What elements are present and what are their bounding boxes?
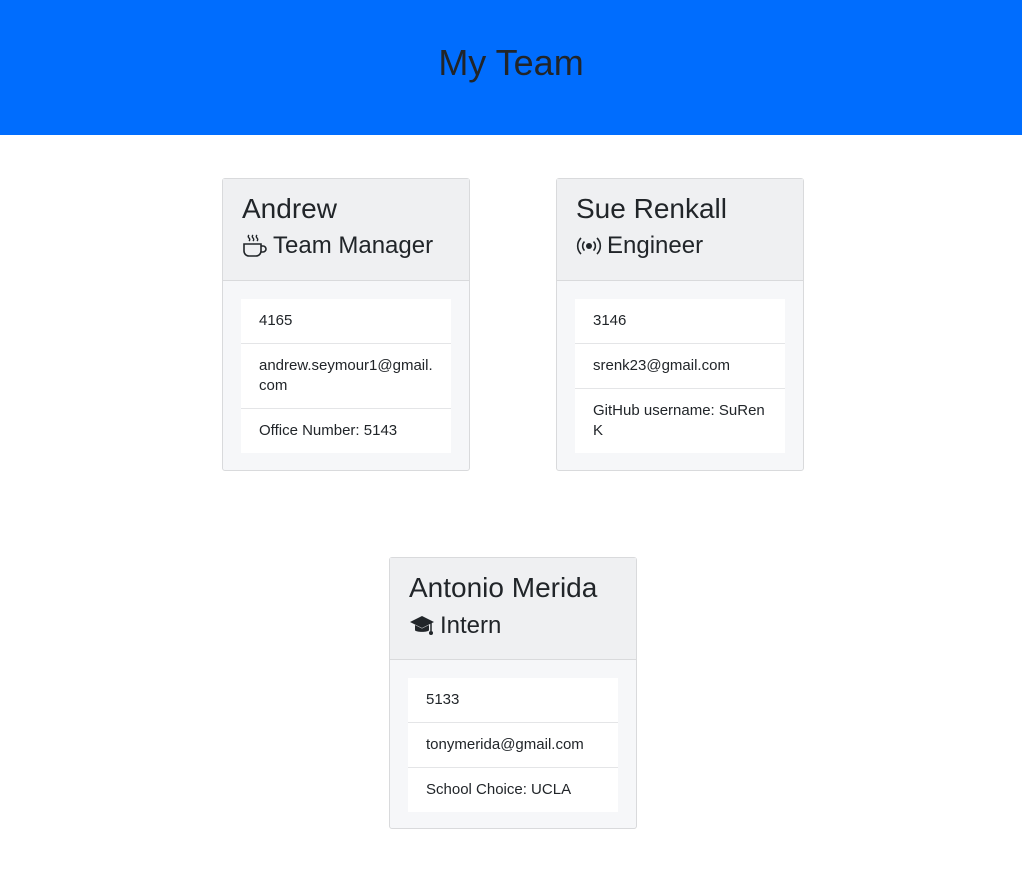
broadcast-icon (576, 233, 602, 259)
employee-email[interactable]: andrew.seymour1@gmail.com (241, 343, 451, 408)
employee-role-label: Team Manager (273, 232, 434, 259)
employee-office-number: Office Number: 5143 (241, 408, 451, 453)
graduation-cap-icon (409, 613, 435, 639)
employee-name: Antonio Merida (409, 572, 598, 603)
coffee-icon (242, 233, 268, 259)
employee-name: Sue Renkall (576, 193, 727, 224)
employee-id: 5133 (426, 691, 460, 708)
page-header: My Team (0, 0, 1022, 135)
employee-details-list: 5133 tonymerida@gmail.com School Choice:… (408, 678, 618, 812)
employee-card-manager: Andrew Team Manager 4165 andrew.seymour1… (222, 178, 470, 471)
card-header: Andrew Team Manager (223, 179, 469, 281)
employee-role: Team Manager (242, 231, 433, 261)
employee-github[interactable]: GitHub username: SuRenK (575, 388, 785, 453)
employee-email[interactable]: srenk23@gmail.com (575, 343, 785, 388)
employee-role-label: Intern (440, 612, 502, 639)
page-title: My Team (438, 42, 584, 83)
employee-card-intern: Antonio Merida Intern 5133 tonymerida@gm… (389, 557, 637, 829)
employee-name: Andrew (242, 193, 337, 224)
card-header: Sue Renkall Engineer (557, 179, 803, 281)
employee-role: Intern (409, 611, 501, 641)
employee-details-list: 4165 andrew.seymour1@gmail.com Office Nu… (241, 299, 451, 453)
employee-role: Engineer (576, 231, 703, 261)
employee-email[interactable]: tonymerida@gmail.com (408, 722, 618, 767)
employee-card-engineer: Sue Renkall Engineer 3146 srenk23@gmail.… (556, 178, 804, 471)
employee-role-label: Engineer (607, 232, 704, 259)
employee-school: School Choice: UCLA (408, 767, 618, 812)
employee-details-list: 3146 srenk23@gmail.com GitHub username: … (575, 299, 785, 453)
employee-id: 4165 (259, 312, 293, 329)
card-header: Antonio Merida Intern (390, 558, 636, 660)
employee-id: 3146 (593, 312, 627, 329)
